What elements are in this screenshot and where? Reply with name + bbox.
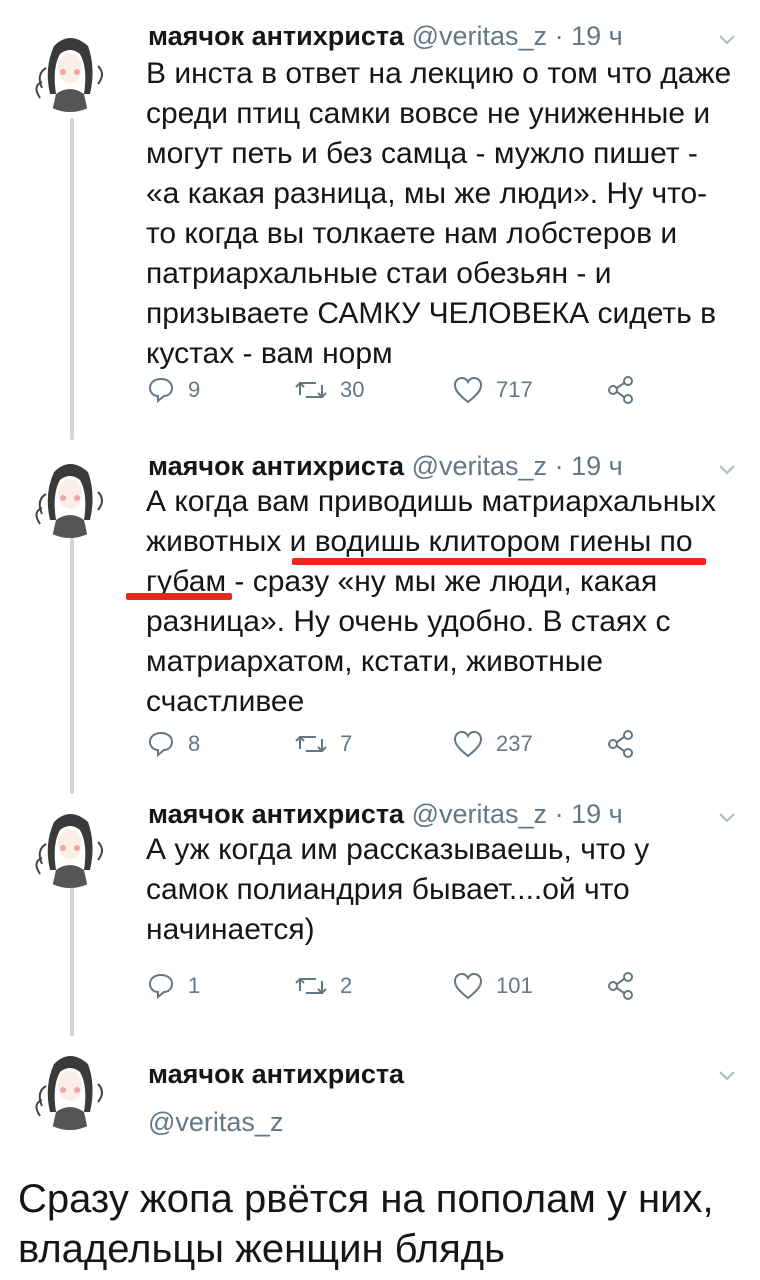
retweet-count: 2 (340, 973, 353, 998)
retweet-icon (295, 977, 327, 995)
avatar[interactable] (28, 28, 112, 112)
highlight-underline (126, 593, 232, 600)
tweet-header: маячок антихриста @veritas_z · 19 ч (148, 18, 720, 54)
share-icon (608, 730, 633, 758)
like-icon (453, 376, 483, 404)
tweet-actions: 9 30 717 (146, 370, 646, 410)
retweet-icon (295, 735, 327, 753)
reply-icon (148, 973, 174, 1000)
reply-button[interactable]: 1 (146, 966, 200, 1006)
reply-count: 8 (188, 731, 201, 756)
like-count: 237 (496, 731, 533, 756)
retweet-count: 7 (340, 731, 353, 756)
avatar[interactable] (28, 454, 112, 538)
tweet-actions: 1 2 101 (146, 966, 646, 1006)
author-name[interactable]: маячок антихриста (148, 451, 404, 481)
retweet-button[interactable]: 7 (294, 724, 352, 764)
tweet[interactable]: маячок антихриста @veritas_z · 19 ч А уж… (0, 796, 760, 1016)
author-handle[interactable]: @veritas_z (148, 1104, 283, 1140)
like-button[interactable]: 101 (452, 966, 533, 1006)
tweet-text: А уж когда им рассказываешь, что у самок… (146, 833, 650, 946)
tweet[interactable]: маячок антихриста @veritas_z · 19 ч А ко… (0, 448, 760, 778)
reply-button[interactable]: 8 (146, 724, 200, 764)
author-name[interactable]: маячок антихриста (148, 799, 404, 829)
chevron-down-icon[interactable] (716, 1064, 738, 1086)
reply-icon (148, 377, 174, 404)
reply-count: 9 (188, 377, 201, 402)
retweet-button[interactable]: 30 (294, 370, 364, 410)
like-icon (453, 730, 483, 758)
reply-button[interactable]: 9 (146, 370, 200, 410)
tweet-header: маячок антихриста @veritas_z · 19 ч (148, 448, 720, 484)
tweet-text: А когда вам приводишь матриархальных жив… (146, 485, 716, 718)
like-button[interactable]: 717 (452, 370, 533, 410)
chevron-down-icon[interactable] (716, 28, 738, 50)
highlight-underline (292, 558, 706, 565)
timestamp[interactable]: 19 ч (571, 21, 623, 51)
share-icon (608, 376, 633, 404)
share-button[interactable] (606, 370, 636, 410)
chevron-down-icon[interactable] (716, 458, 738, 480)
avatar[interactable] (28, 804, 112, 888)
share-button[interactable] (606, 724, 636, 764)
retweet-button[interactable]: 2 (294, 966, 352, 1006)
tweet-actions: 8 7 237 (146, 724, 646, 764)
separator: · (554, 799, 564, 829)
share-icon (608, 972, 633, 1000)
retweet-icon (295, 381, 327, 399)
reply-count: 1 (188, 973, 201, 998)
like-icon (453, 972, 483, 1000)
timestamp[interactable]: 19 ч (571, 451, 623, 481)
separator: · (554, 21, 564, 51)
author-handle[interactable]: @veritas_z (412, 21, 547, 51)
author-name[interactable]: маячок антихриста (148, 21, 404, 51)
caption-text: Сразу жопа рвётся на пополам у них, влад… (18, 1177, 714, 1271)
avatar[interactable] (28, 1046, 112, 1130)
separator: · (554, 451, 564, 481)
retweet-count: 30 (340, 377, 365, 402)
timestamp[interactable]: 19 ч (571, 799, 623, 829)
tweet-text: В инста в ответ на лекцию о том что даже… (146, 57, 732, 370)
like-count: 101 (496, 973, 533, 998)
tweet[interactable]: маячок антихриста @veritas_z · 19 ч В ин… (0, 18, 760, 418)
chevron-down-icon[interactable] (716, 806, 738, 828)
reply-icon (148, 731, 174, 758)
tweet-header: маячок антихриста @veritas_z · 19 ч (148, 796, 720, 832)
like-count: 717 (496, 377, 533, 402)
share-button[interactable] (606, 966, 636, 1006)
author-name[interactable]: маячок антихриста (148, 1056, 404, 1092)
author-handle[interactable]: @veritas_z (412, 451, 547, 481)
author-handle[interactable]: @veritas_z (412, 799, 547, 829)
like-button[interactable]: 237 (452, 724, 533, 764)
